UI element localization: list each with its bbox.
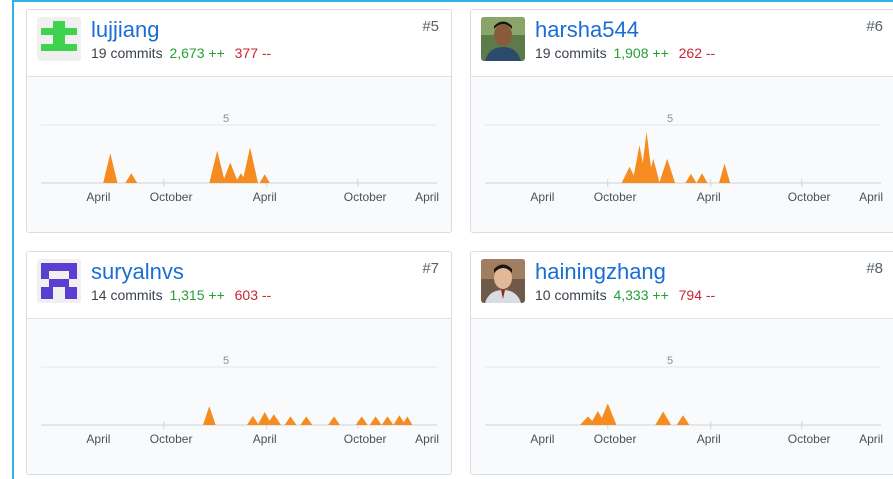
- area-peak: [676, 415, 690, 425]
- x-axis-label: October: [344, 432, 387, 446]
- x-axis-label: April: [86, 432, 110, 446]
- contributor-header: harsha544 #6 19 commits 1,908 ++ 262 --: [471, 10, 893, 77]
- area-peak: [719, 163, 731, 183]
- x-axis-label: April: [253, 190, 277, 204]
- area-peak: [659, 158, 676, 183]
- contributors-grid: lujjiang #5 19 commits 2,673 ++ 377 -- 5…: [0, 0, 893, 479]
- deletions-count: 262 --: [678, 45, 716, 61]
- gridline-label: 5: [223, 113, 229, 125]
- area-peak: [202, 406, 216, 425]
- area-chart-svg: 5 April October April October April: [41, 355, 439, 446]
- purple-identicon: [37, 259, 81, 303]
- additions-count: 1,315 ++: [169, 287, 225, 303]
- contributor-name-link[interactable]: suryalnvs: [91, 258, 184, 286]
- user-photo-icon: [481, 259, 525, 303]
- commit-count[interactable]: 10 commits: [535, 287, 607, 303]
- area-peak: [300, 416, 313, 425]
- gridline-label: 5: [667, 355, 673, 367]
- area-peak: [222, 162, 239, 183]
- area-peak: [369, 416, 382, 425]
- contributor-name-link[interactable]: hainingzhang: [535, 258, 666, 286]
- x-axis-label: April: [697, 190, 721, 204]
- contributor-rank: #6: [866, 18, 883, 35]
- contributor-card: harsha544 #6 19 commits 1,908 ++ 262 -- …: [470, 9, 893, 233]
- x-axis-label: October: [594, 432, 637, 446]
- x-axis-label: April: [253, 432, 277, 446]
- deletions-count: 377 --: [234, 45, 272, 61]
- contributor-card: hainingzhang #8 10 commits 4,333 ++ 794 …: [470, 251, 893, 475]
- area-peak: [125, 173, 138, 183]
- area-peak: [259, 174, 270, 183]
- area-chart-svg: 5 April October April October April: [485, 113, 883, 204]
- contributor-stats: 19 commits 2,673 ++ 377 --: [91, 45, 271, 61]
- avatar[interactable]: [481, 259, 525, 303]
- additions-count: 4,333 ++: [613, 287, 669, 303]
- area-peak: [242, 147, 259, 183]
- deletions-count: 794 --: [678, 287, 716, 303]
- area-chart-svg: 5 April October April October April: [41, 113, 439, 204]
- green-identicon: [37, 17, 81, 61]
- contributor-rank: #5: [422, 18, 439, 35]
- contributor-name-link[interactable]: harsha544: [535, 16, 639, 44]
- additions-count: 1,908 ++: [613, 45, 669, 61]
- area-peak: [599, 403, 617, 425]
- x-axis-label: October: [150, 432, 193, 446]
- contributor-stats: 10 commits 4,333 ++ 794 --: [535, 287, 715, 303]
- avatar[interactable]: [37, 17, 81, 61]
- contributor-stats: 19 commits 1,908 ++ 262 --: [535, 45, 715, 61]
- area-peak: [284, 416, 297, 425]
- x-axis-label: April: [859, 432, 883, 446]
- area-peak: [328, 416, 340, 425]
- contributor-header: hainingzhang #8 10 commits 4,333 ++ 794 …: [471, 252, 893, 319]
- x-axis-label: April: [859, 190, 883, 204]
- user-photo-icon: [481, 17, 525, 61]
- x-axis-label: April: [86, 190, 110, 204]
- contributor-header: suryalnvs #7 14 commits 1,315 ++ 603 --: [27, 252, 451, 319]
- deletions-count: 603 --: [234, 287, 272, 303]
- commit-count[interactable]: 19 commits: [91, 45, 163, 61]
- area-peak: [209, 150, 226, 183]
- area-peak: [355, 416, 368, 425]
- area-peak: [685, 173, 697, 183]
- x-axis-label: April: [415, 432, 439, 446]
- x-axis-label: October: [788, 190, 831, 204]
- contributor-rank: #7: [422, 260, 439, 277]
- x-axis-label: October: [344, 190, 387, 204]
- contributor-header: lujjiang #5 19 commits 2,673 ++ 377 --: [27, 10, 451, 77]
- contributor-rank: #8: [866, 260, 883, 277]
- contributor-name-link[interactable]: lujjiang: [91, 16, 160, 44]
- contribution-chart: 5 April October April October April: [471, 319, 893, 474]
- avatar[interactable]: [37, 259, 81, 303]
- commit-count[interactable]: 19 commits: [535, 45, 607, 61]
- area-chart-svg: 5 April October April October April: [485, 355, 883, 446]
- x-axis-label: April: [415, 190, 439, 204]
- x-axis-label: April: [697, 432, 721, 446]
- x-axis-label: April: [530, 190, 554, 204]
- area-peak: [246, 415, 259, 425]
- gridline-label: 5: [667, 113, 673, 125]
- contribution-chart: 5 April October April October April: [471, 77, 893, 232]
- area-peak: [103, 153, 118, 183]
- x-axis-label: April: [530, 432, 554, 446]
- commit-count[interactable]: 14 commits: [91, 287, 163, 303]
- area-peak: [402, 416, 413, 425]
- contributor-card: lujjiang #5 19 commits 2,673 ++ 377 -- 5…: [26, 9, 452, 233]
- contribution-chart: 5 April October April October April: [27, 77, 451, 232]
- gridline-label: 5: [223, 355, 229, 367]
- x-axis-label: October: [594, 190, 637, 204]
- additions-count: 2,673 ++: [169, 45, 225, 61]
- x-axis-label: October: [788, 432, 831, 446]
- area-peak: [696, 173, 708, 183]
- area-peak: [381, 416, 394, 425]
- contributor-stats: 14 commits 1,315 ++ 603 --: [91, 287, 271, 303]
- x-axis-label: October: [150, 190, 193, 204]
- contributor-card: suryalnvs #7 14 commits 1,315 ++ 603 -- …: [26, 251, 452, 475]
- area-peak: [655, 411, 672, 425]
- contribution-chart: 5 April October April October April: [27, 319, 451, 474]
- avatar[interactable]: [481, 17, 525, 61]
